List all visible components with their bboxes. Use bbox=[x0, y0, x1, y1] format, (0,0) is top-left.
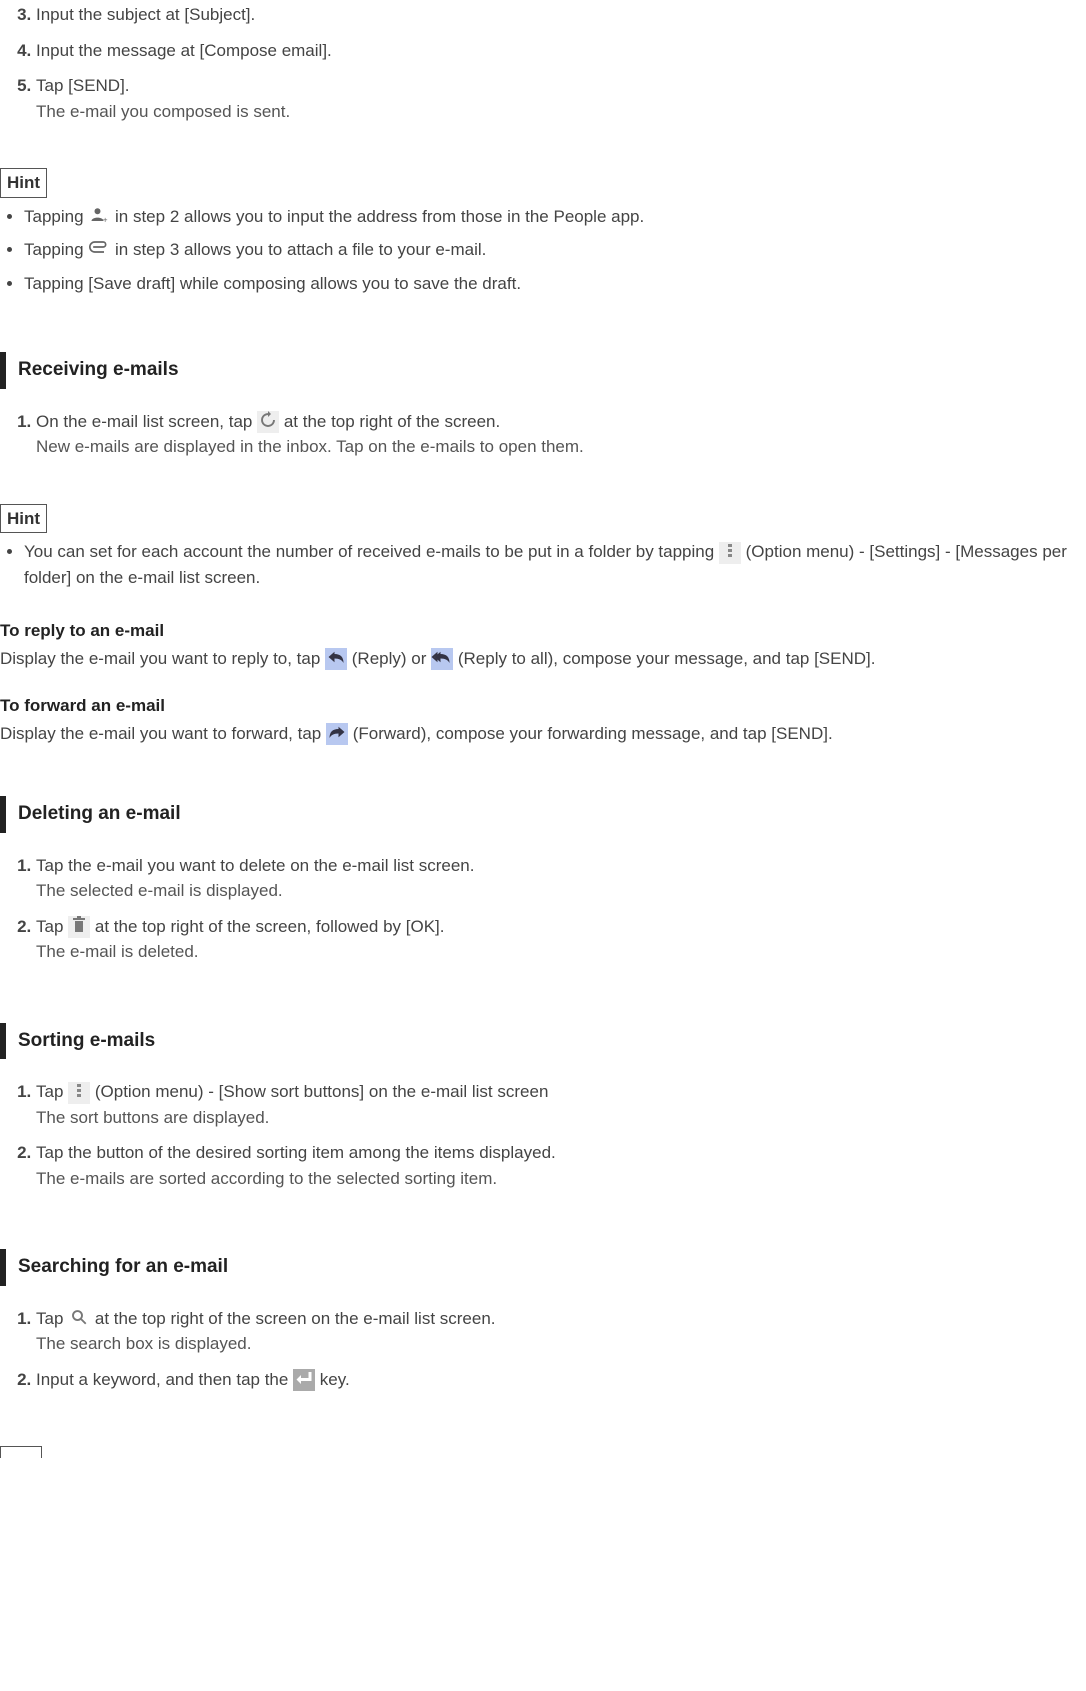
step-text: at the top right of the screen, followed… bbox=[90, 917, 444, 936]
step-text: Tap the e-mail you want to delete on the… bbox=[36, 856, 474, 875]
hint-text: in step 2 allows you to input the addres… bbox=[110, 207, 644, 226]
step-note: The e-mail is deleted. bbox=[36, 942, 199, 961]
partial-box-bottom bbox=[0, 1446, 42, 1458]
hint-label: Hint bbox=[0, 504, 47, 534]
sorting-step-2: Tap the button of the desired sorting it… bbox=[36, 1138, 1086, 1199]
svg-text:+: + bbox=[103, 216, 108, 225]
text: (Reply) or bbox=[347, 649, 431, 668]
attachment-icon bbox=[88, 240, 110, 262]
hint-text: You can set for each account the number … bbox=[24, 542, 719, 561]
compose-steps: Input the subject at [Subject]. Input th… bbox=[0, 0, 1086, 132]
step-text: Input the subject at [Subject]. bbox=[36, 5, 255, 24]
forward-para: Display the e-mail you want to forward, … bbox=[0, 721, 1086, 747]
step-note: The e-mail you composed is sent. bbox=[36, 102, 290, 121]
compose-step-4: Input the message at [Compose email]. bbox=[36, 36, 1086, 72]
section-sorting-title: Sorting e-mails bbox=[0, 1023, 1086, 1060]
step-text: at the top right of the screen. bbox=[279, 412, 500, 431]
step-text: Tap the button of the desired sorting it… bbox=[36, 1143, 556, 1162]
section-receiving-title: Receiving e-mails bbox=[0, 352, 1086, 389]
trash-icon bbox=[68, 916, 90, 938]
deleting-steps: Tap the e-mail you want to delete on the… bbox=[0, 851, 1086, 973]
person-add-icon: + bbox=[88, 206, 110, 228]
reply-all-icon bbox=[431, 648, 453, 670]
hint-text: in step 3 allows you to attach a file to… bbox=[110, 240, 486, 259]
step-note: The e-mails are sorted according to the … bbox=[36, 1169, 497, 1188]
deleting-step-1: Tap the e-mail you want to delete on the… bbox=[36, 851, 1086, 912]
receiving-step-1: On the e-mail list screen, tap at the to… bbox=[36, 407, 1086, 468]
searching-step-2: Input a keyword, and then tap the key. bbox=[36, 1365, 1086, 1401]
hint-list: Tapping + in step 2 allows you to input … bbox=[0, 202, 1086, 303]
forward-icon bbox=[326, 723, 348, 745]
step-note: The search box is displayed. bbox=[36, 1334, 251, 1353]
hint-text: Tapping bbox=[24, 240, 88, 259]
step-note: The sort buttons are displayed. bbox=[36, 1108, 269, 1127]
hint-list: You can set for each account the number … bbox=[0, 537, 1086, 596]
step-text: On the e-mail list screen, tap bbox=[36, 412, 257, 431]
hint-item: Tapping in step 3 allows you to attach a… bbox=[24, 235, 1086, 269]
step-text: Tap [SEND]. bbox=[36, 76, 130, 95]
step-text: at the top right of the screen on the e-… bbox=[90, 1309, 495, 1328]
hint-label: Hint bbox=[0, 168, 47, 198]
step-text: Tap bbox=[36, 1082, 68, 1101]
searching-steps: Tap at the top right of the screen on th… bbox=[0, 1304, 1086, 1401]
hint-item: You can set for each account the number … bbox=[24, 537, 1086, 596]
option-menu-icon bbox=[68, 1082, 90, 1104]
forward-subhead: To forward an e-mail bbox=[0, 693, 1086, 719]
receiving-steps: On the e-mail list screen, tap at the to… bbox=[0, 407, 1086, 468]
reply-para: Display the e-mail you want to reply to,… bbox=[0, 646, 1086, 672]
step-text: key. bbox=[315, 1370, 350, 1389]
step-text: Tap bbox=[36, 917, 68, 936]
hint-text: Tapping [Save draft] while composing all… bbox=[24, 274, 521, 293]
hint-item: Tapping + in step 2 allows you to input … bbox=[24, 202, 1086, 236]
step-text: Input a keyword, and then tap the bbox=[36, 1370, 293, 1389]
text: Display the e-mail you want to reply to,… bbox=[0, 649, 325, 668]
enter-key-icon bbox=[293, 1369, 315, 1391]
compose-step-5: Tap [SEND]. The e-mail you composed is s… bbox=[36, 71, 1086, 132]
hint-item: Tapping [Save draft] while composing all… bbox=[24, 269, 1086, 303]
deleting-step-2: Tap at the top right of the screen, foll… bbox=[36, 912, 1086, 973]
compose-step-3: Input the subject at [Subject]. bbox=[36, 0, 1086, 36]
sorting-step-1: Tap (Option menu) - [Show sort buttons] … bbox=[36, 1077, 1086, 1138]
step-text: (Option menu) - [Show sort buttons] on t… bbox=[90, 1082, 548, 1101]
step-text: Tap bbox=[36, 1309, 68, 1328]
hint-text: Tapping bbox=[24, 207, 88, 226]
step-note: The selected e-mail is displayed. bbox=[36, 881, 283, 900]
step-text: Input the message at [Compose email]. bbox=[36, 41, 332, 60]
step-note: New e-mails are displayed in the inbox. … bbox=[36, 437, 584, 456]
text: (Reply to all), compose your message, an… bbox=[453, 649, 875, 668]
searching-step-1: Tap at the top right of the screen on th… bbox=[36, 1304, 1086, 1365]
refresh-icon bbox=[257, 411, 279, 433]
section-deleting-title: Deleting an e-mail bbox=[0, 796, 1086, 833]
text: (Forward), compose your forwarding messa… bbox=[348, 724, 833, 743]
option-menu-icon bbox=[719, 542, 741, 564]
reply-icon bbox=[325, 648, 347, 670]
text: Display the e-mail you want to forward, … bbox=[0, 724, 326, 743]
sorting-steps: Tap (Option menu) - [Show sort buttons] … bbox=[0, 1077, 1086, 1199]
reply-subhead: To reply to an e-mail bbox=[0, 618, 1086, 644]
section-searching-title: Searching for an e-mail bbox=[0, 1249, 1086, 1286]
search-icon bbox=[68, 1308, 90, 1330]
